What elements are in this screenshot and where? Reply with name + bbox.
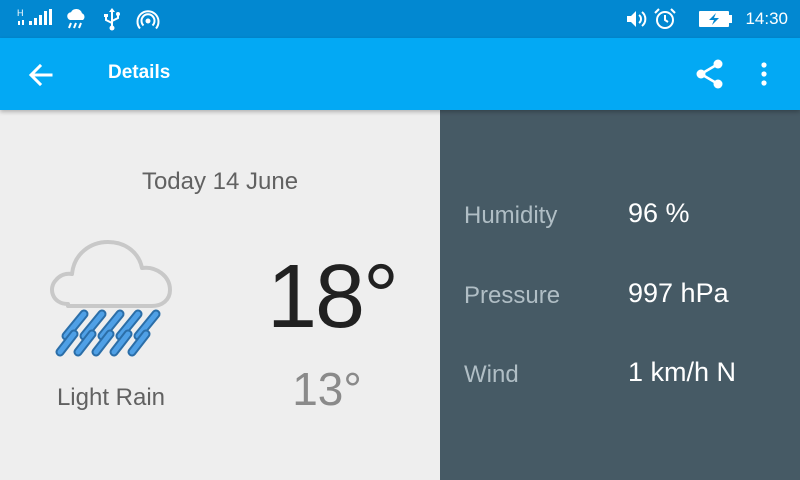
humidity-row: Humidity 96 % [440, 198, 800, 242]
signal-type-label: H [17, 8, 24, 18]
weather-condition: Light Rain [56, 384, 166, 411]
wind-value: 1 km/h N [628, 357, 737, 387]
more-options-button[interactable] [752, 56, 776, 92]
details-panel: Humidity 96 % Pressure 997 hPa Wind 1 km… [440, 110, 800, 480]
humidity-value: 96 % [628, 198, 690, 228]
arrow-back-icon [28, 63, 53, 87]
pressure-label: Pressure [464, 282, 561, 309]
more-vert-icon [761, 62, 767, 86]
usb-icon [104, 8, 120, 31]
share-button[interactable] [692, 56, 728, 92]
pressure-row: Pressure 997 hPa [440, 278, 800, 322]
pressure-value: 997 hPa [628, 278, 729, 308]
forecast-date: Today 14 June [141, 168, 299, 195]
clock: 14:30 [745, 9, 788, 28]
weather-notification-icon [67, 9, 85, 29]
signal-icon: H [17, 8, 52, 25]
hotspot-icon [136, 10, 160, 30]
status-bar: H 14:30 [0, 0, 800, 38]
page-title: Details [108, 62, 171, 83]
alarm-icon [654, 8, 676, 29]
battery-charging-icon [699, 11, 732, 27]
forecast-panel: Today 14 June Light Rain 18° 13° [0, 110, 440, 480]
back-button[interactable] [24, 58, 58, 92]
wind-row: Wind 1 km/h N [440, 357, 800, 401]
humidity-label: Humidity [464, 202, 558, 229]
volume-icon [627, 11, 647, 27]
low-temperature: 13° [292, 363, 362, 415]
high-temperature: 18° [266, 247, 399, 347]
light-rain-icon [50, 240, 172, 357]
app-bar: Details [0, 38, 800, 110]
wind-label: Wind [464, 361, 519, 388]
share-icon [696, 59, 723, 89]
